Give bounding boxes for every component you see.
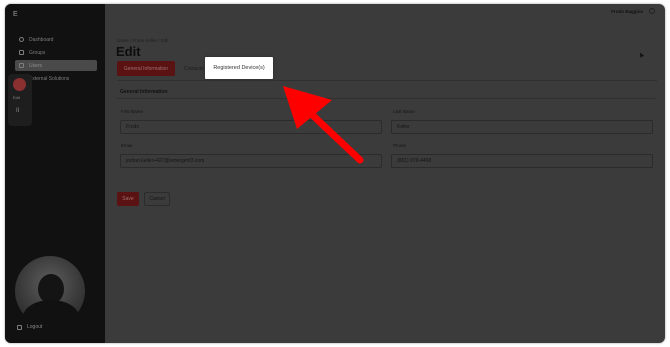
first-name-label: First Name [121, 109, 144, 114]
email-label: Email [121, 143, 133, 148]
phone-field[interactable]: (801) 979-4468 [391, 154, 653, 168]
email-field[interactable]: jordan.keller+427@emergent3.com [120, 154, 382, 168]
sidebar-item-label: External Solutions [29, 75, 70, 82]
sidebar-item-label: Dashboard [29, 36, 54, 43]
sidebar: E Dashboard Groups Users External Soluti… [5, 4, 105, 343]
app-logo: E [13, 11, 19, 18]
first-name-field[interactable]: Frodo [120, 120, 382, 134]
last-name-field[interactable]: Keller [391, 120, 653, 134]
page-title: Edit [116, 44, 141, 59]
tab-divider [117, 80, 657, 81]
tab-registered-devices[interactable]: Registered Device(s) [205, 57, 273, 79]
sidebar-item-label: Users [29, 62, 43, 69]
last-name-label: Last Name [393, 109, 415, 114]
breadcrumb[interactable]: Users / Frodo Keller / Edit [117, 38, 169, 43]
user-avatar-icon[interactable] [649, 8, 655, 14]
pause-button[interactable]: II [16, 108, 19, 114]
tab-general-information[interactable]: General Information [117, 61, 175, 76]
general-information-section: General Information First Name Frodo Las… [117, 85, 655, 200]
webcam-overlay [15, 256, 85, 326]
sidebar-item-groups[interactable]: Groups [15, 47, 97, 58]
sidebar-item-label: Groups [29, 49, 46, 56]
app-window: E Dashboard Groups Users External Soluti… [5, 4, 665, 343]
section-title: General Information [120, 89, 168, 95]
logout-label: Logout [27, 324, 43, 330]
phone-label: Phone [393, 143, 407, 148]
cancel-button[interactable]: Cancel [144, 192, 170, 206]
home-icon [19, 37, 24, 42]
top-bar: Frodo Baggins [105, 4, 665, 19]
user-name[interactable]: Frodo Baggins [611, 9, 643, 14]
logout-button[interactable]: Logout [17, 324, 42, 330]
webcam-person-body [23, 300, 79, 326]
users-icon [19, 63, 24, 68]
folder-icon [19, 50, 24, 55]
record-button[interactable] [13, 78, 26, 91]
recording-widget: Edit II [8, 74, 32, 126]
save-button[interactable]: Save [117, 192, 139, 206]
recording-label: Edit [13, 95, 20, 100]
section-divider [117, 98, 655, 99]
sidebar-item-dashboard[interactable]: Dashboard [15, 34, 97, 45]
logout-icon [17, 324, 22, 330]
sidebar-item-users[interactable]: Users [15, 60, 97, 71]
main-content: Users / Frodo Keller / Edit Edit General… [105, 19, 665, 343]
